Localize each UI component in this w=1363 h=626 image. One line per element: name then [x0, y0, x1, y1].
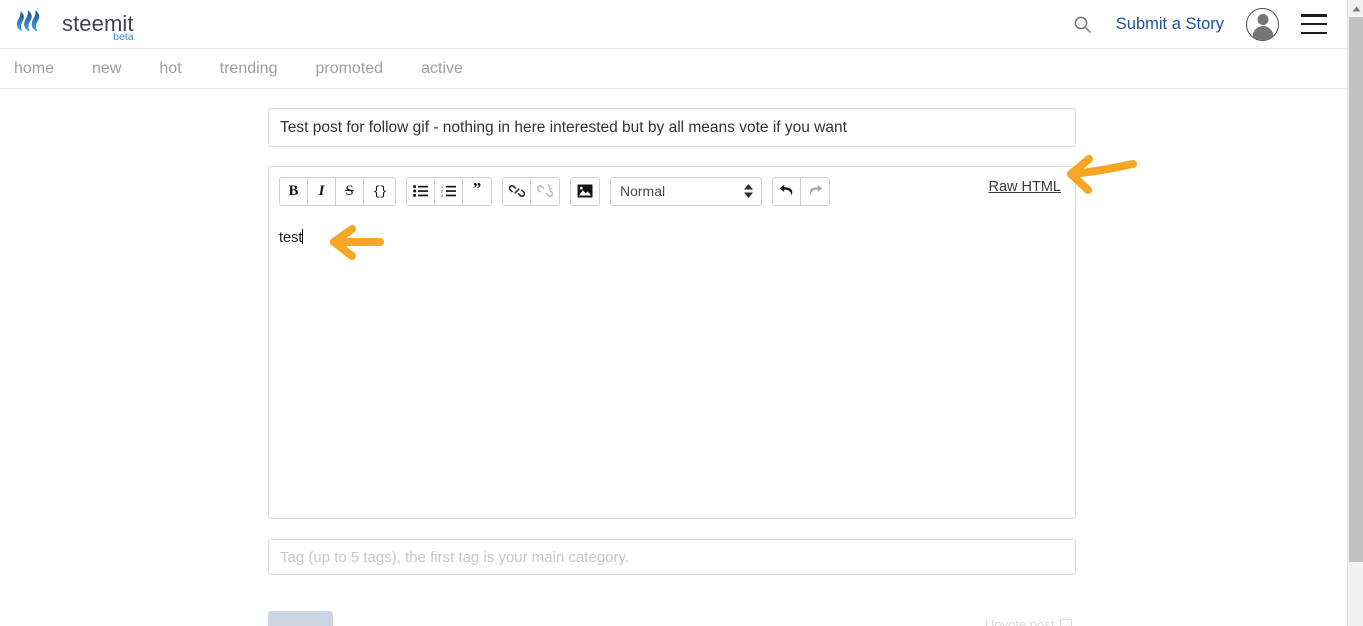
numbered-list-icon: 1 2 3 — [441, 185, 456, 197]
toolbar-group-image — [570, 176, 600, 206]
image-button[interactable] — [571, 177, 599, 205]
nav-item-trending[interactable]: trending — [220, 60, 278, 78]
post-form: B I S {} — [0, 89, 1347, 626]
hamburger-bar-1 — [1301, 14, 1327, 17]
hamburger-menu-button[interactable] — [1301, 14, 1327, 34]
page-scrollbar[interactable] — [1347, 0, 1363, 626]
steemit-waves-logo-icon — [16, 10, 40, 32]
image-icon — [577, 184, 593, 198]
redo-button[interactable] — [801, 177, 829, 205]
steemit-post-editor-page: steemit beta Submit a Story home new hot… — [0, 0, 1363, 626]
nav-item-hot[interactable]: hot — [159, 60, 181, 78]
strikethrough-button[interactable]: S — [336, 177, 364, 205]
nav-item-home[interactable]: home — [14, 60, 54, 78]
scroll-up-arrow-icon — [1352, 6, 1360, 11]
header-right-actions: Submit a Story — [1072, 7, 1347, 41]
hamburger-bar-3 — [1301, 31, 1327, 34]
avatar-body-shape — [1252, 25, 1273, 40]
checkbox-icon[interactable] — [1060, 618, 1073, 626]
svg-text:2: 2 — [441, 190, 443, 194]
hamburger-bar-2 — [1301, 22, 1327, 26]
svg-text:3: 3 — [441, 194, 443, 197]
quote-button[interactable]: ” — [463, 177, 491, 205]
format-select-wrapper: Normal Heading 1 Heading 2 Heading 3 Hea… — [610, 176, 762, 206]
editor-content-area[interactable]: test — [269, 215, 1075, 518]
raw-html-toggle-link[interactable]: Raw HTML — [988, 179, 1061, 195]
link-chain-icon — [508, 185, 525, 197]
post-body-editor: B I S {} 1 2 3 ” Normal Raw HTML test — [268, 166, 1076, 519]
unlink-broken-chain-icon — [537, 184, 553, 197]
scrollbar-thumb[interactable] — [1349, 17, 1363, 562]
bold-icon: B — [288, 182, 299, 199]
toolbar-group-lists: 1 2 3 ” — [406, 176, 492, 206]
undo-button[interactable] — [773, 177, 801, 205]
upvote-post-label: Upvote post — [985, 617, 1055, 626]
submit-a-story-link[interactable]: Submit a Story — [1116, 15, 1224, 34]
bold-button[interactable]: B — [280, 177, 308, 205]
toolbar-group-history — [772, 176, 830, 206]
brand-text-block: steemit beta — [62, 13, 134, 43]
toolbar-group-link — [502, 176, 560, 206]
brand-beta-label: beta — [113, 31, 134, 43]
brand-logo-link[interactable]: steemit beta — [14, 7, 134, 43]
code-braces-icon: {} — [372, 183, 388, 199]
bullet-list-icon — [413, 185, 428, 197]
scrollbar-up-button[interactable] — [1348, 0, 1363, 17]
strikethrough-icon: S — [345, 182, 354, 199]
paragraph-format-select[interactable]: Normal Heading 1 Heading 2 Heading 3 Hea… — [610, 176, 762, 206]
text-caret — [302, 229, 304, 244]
nav-item-active[interactable]: active — [421, 60, 463, 78]
code-button[interactable]: {} — [364, 177, 395, 205]
avatar-head-shape — [1257, 13, 1268, 25]
quote-icon: ” — [472, 178, 482, 198]
italic-button[interactable]: I — [308, 177, 336, 205]
svg-text:1: 1 — [441, 185, 443, 189]
unlink-button[interactable] — [531, 177, 559, 205]
numbered-list-button[interactable]: 1 2 3 — [435, 177, 463, 205]
nav-item-new[interactable]: new — [92, 60, 121, 78]
primary-nav: home new hot trending promoted active — [0, 49, 1347, 89]
post-submit-button[interactable] — [268, 611, 333, 626]
editor-body-text: test — [279, 230, 303, 246]
italic-icon: I — [318, 182, 325, 199]
tags-input[interactable] — [268, 539, 1076, 575]
post-title-input[interactable] — [268, 108, 1076, 147]
nav-item-promoted[interactable]: promoted — [315, 60, 383, 78]
undo-arrow-icon — [779, 184, 792, 196]
site-header: steemit beta Submit a Story — [0, 0, 1347, 49]
toolbar-group-inline: B I S {} — [279, 176, 396, 206]
search-icon — [1074, 16, 1092, 33]
bullet-list-button[interactable] — [407, 177, 435, 205]
redo-arrow-icon — [809, 184, 823, 196]
user-avatar[interactable] — [1246, 7, 1279, 41]
link-button[interactable] — [503, 177, 531, 205]
editor-toolbar: B I S {} 1 2 3 ” Normal Raw HTML — [269, 167, 1075, 215]
search-button[interactable] — [1072, 13, 1094, 35]
upvote-post-option[interactable]: Upvote post — [985, 617, 1073, 626]
